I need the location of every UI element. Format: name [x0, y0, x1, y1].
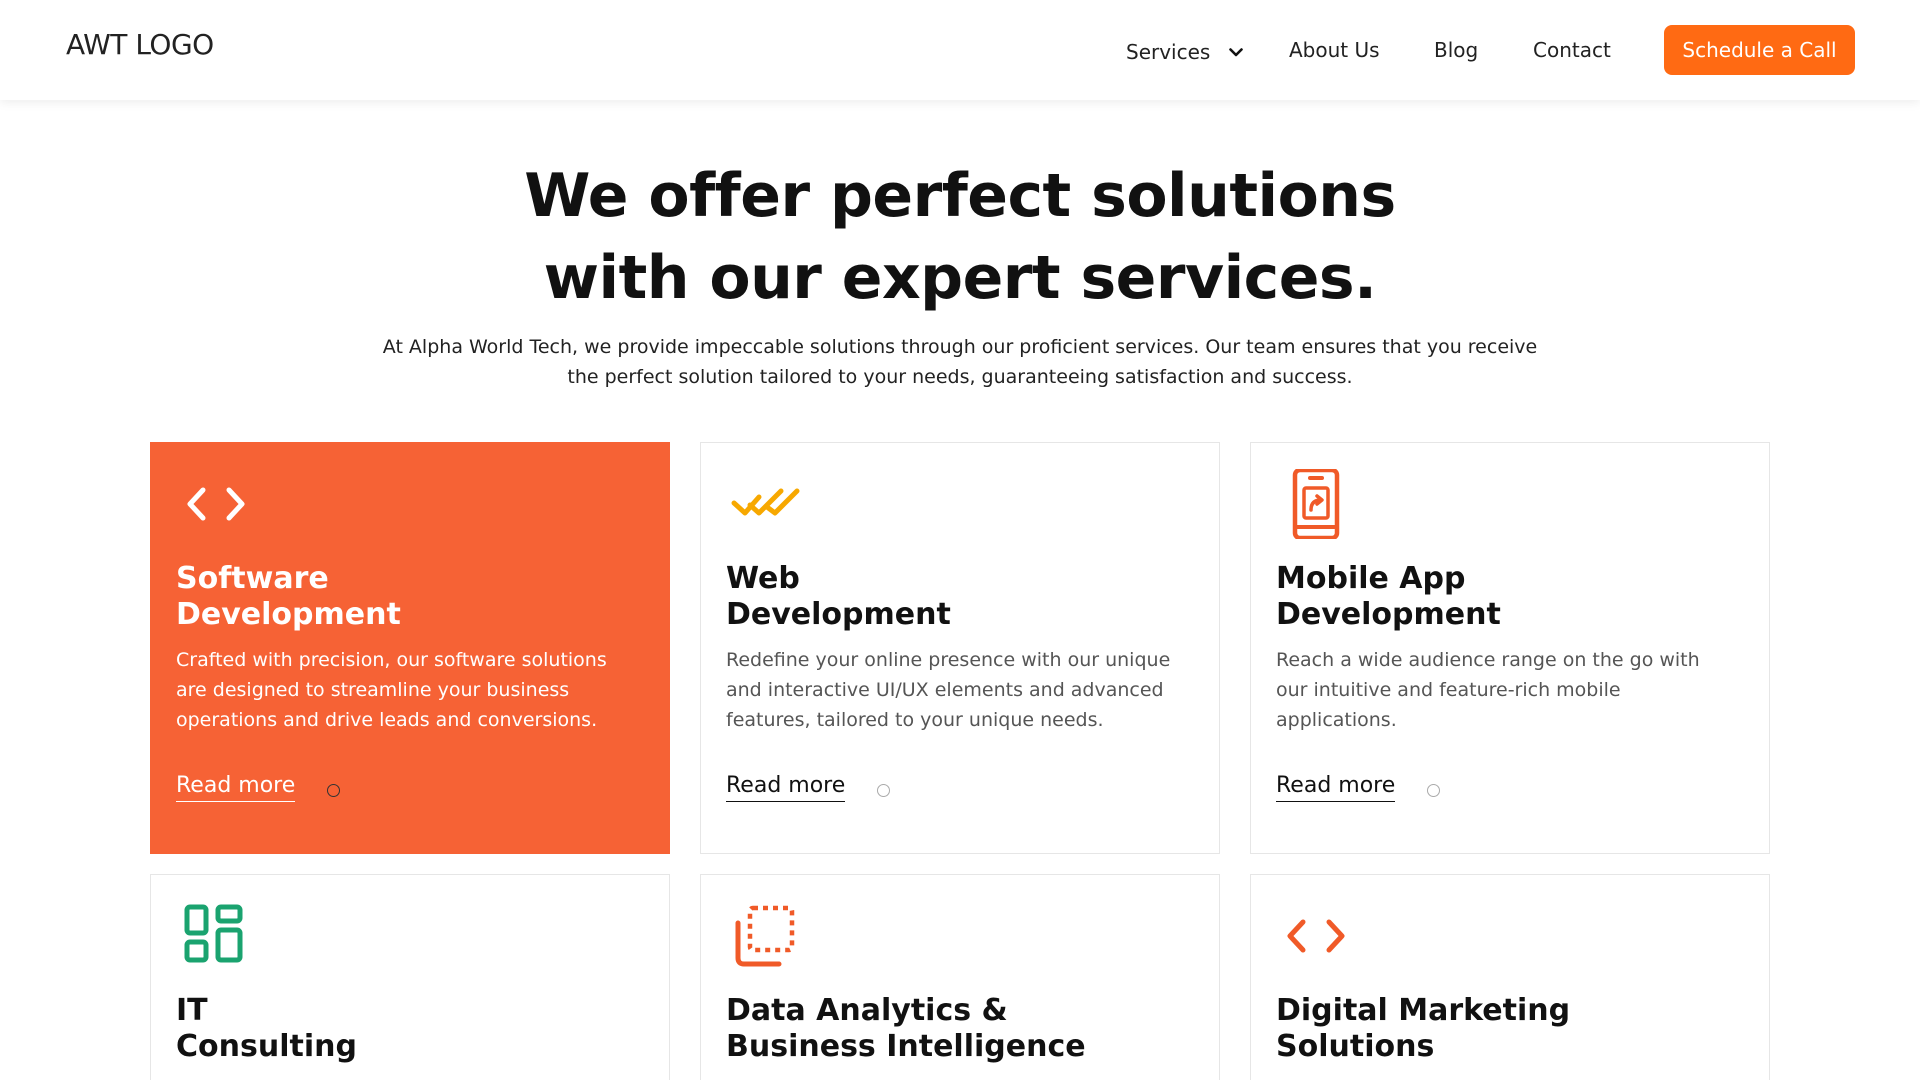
hero-subtitle-line1: At Alpha World Tech, we provide impeccab…	[382, 336, 1538, 358]
service-title: IT Consulting	[176, 993, 646, 1065]
nav-services-label: Services	[1126, 40, 1211, 64]
circle-icon	[877, 784, 890, 797]
circle-icon	[327, 784, 340, 797]
data-frame-icon	[731, 901, 801, 971]
service-card-software-development[interactable]: Software Development Crafted with precis…	[150, 442, 670, 854]
mobile-share-icon	[1281, 467, 1351, 541]
service-title-line2: Development	[1276, 597, 1501, 632]
hero-title-line2: with our expert services.	[543, 243, 1377, 313]
code-brackets-icon	[1281, 901, 1351, 971]
service-title-line2: Consulting	[176, 1029, 357, 1064]
nav-about-us[interactable]: About Us	[1289, 38, 1380, 62]
hero-subtitle-line2: the perfect solution tailored to your ne…	[567, 366, 1353, 388]
dashboard-grid-icon	[181, 901, 251, 971]
site-header: AWT LOGO Services About Us Blog Contact …	[0, 0, 1920, 100]
service-description: Reach a wide audience range on the go wi…	[1276, 649, 1700, 731]
hero-subtitle: At Alpha World Tech, we provide impeccab…	[330, 332, 1590, 392]
service-title-line2: Development	[176, 597, 401, 632]
service-card-web-development[interactable]: Web Development Redefine your online pre…	[700, 442, 1220, 854]
hero-title-line1: We offer perfect solutions	[524, 161, 1396, 231]
service-title-line2: Solutions	[1276, 1029, 1435, 1064]
service-card-digital-marketing[interactable]: Digital Marketing Solutions	[1250, 874, 1770, 1080]
service-title-line1: Mobile App	[1276, 561, 1466, 596]
service-title-line1: Software	[176, 561, 329, 596]
service-description: Crafted with precision, our software sol…	[176, 649, 607, 731]
service-card-data-analytics[interactable]: Data Analytics & Business Intelligence	[700, 874, 1220, 1080]
service-title-line2: Development	[726, 597, 951, 632]
service-card-it-consulting[interactable]: IT Consulting	[150, 874, 670, 1080]
service-title: Web Development	[726, 561, 1196, 633]
read-more-link[interactable]: Read more	[1276, 773, 1396, 802]
schedule-call-button[interactable]: Schedule a Call	[1664, 25, 1855, 75]
service-title: Mobile App Development	[1276, 561, 1746, 633]
service-title-line1: Data Analytics &	[726, 993, 1008, 1028]
service-title: Data Analytics & Business Intelligence	[726, 993, 1196, 1065]
service-title-line2: Business Intelligence	[726, 1029, 1086, 1064]
service-title-line1: Digital Marketing	[1276, 993, 1571, 1028]
service-title: Software Development	[176, 561, 646, 633]
double-check-icon	[731, 469, 801, 539]
service-title-line1: IT	[176, 993, 208, 1028]
service-title-line1: Web	[726, 561, 800, 596]
chevron-down-icon	[1228, 38, 1243, 62]
main-nav: Services About Us Blog Contact	[0, 38, 1920, 64]
service-card-mobile-app-development[interactable]: Mobile App Development Reach a wide audi…	[1250, 442, 1770, 854]
circle-icon	[1427, 784, 1440, 797]
nav-blog[interactable]: Blog	[1434, 38, 1478, 62]
hero-title: We offer perfect solutions with our expe…	[0, 155, 1920, 319]
code-brackets-icon	[181, 469, 251, 539]
nav-services[interactable]: Services	[1126, 38, 1243, 64]
service-title: Digital Marketing Solutions	[1276, 993, 1746, 1065]
read-more-link[interactable]: Read more	[176, 773, 296, 802]
read-more-link[interactable]: Read more	[726, 773, 846, 802]
nav-contact[interactable]: Contact	[1533, 38, 1611, 62]
service-description: Redefine your online presence with our u…	[726, 649, 1171, 731]
